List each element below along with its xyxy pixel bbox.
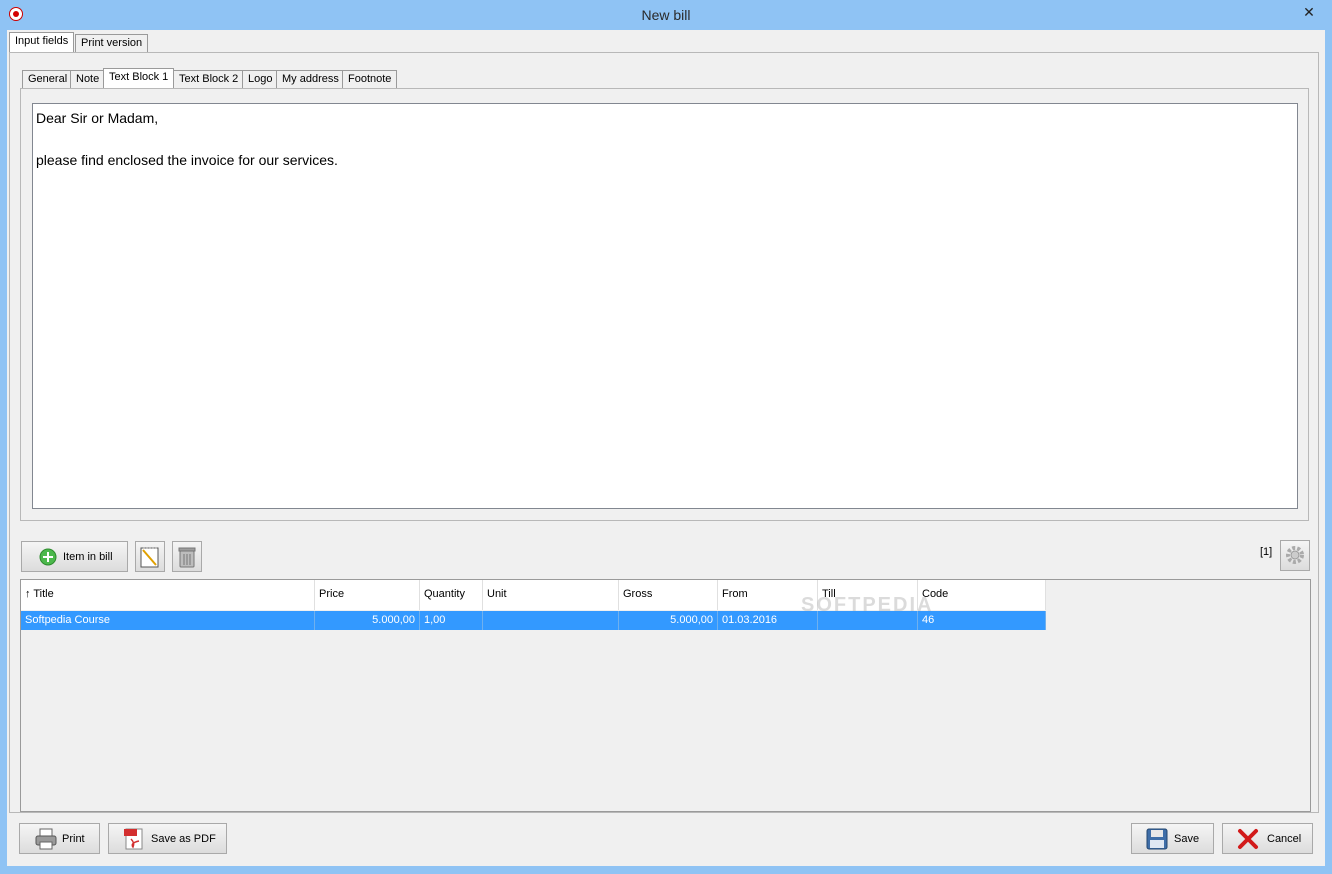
- close-icon: ✕: [1303, 4, 1315, 20]
- edit-note-icon: [140, 547, 159, 568]
- delete-item-button[interactable]: [172, 541, 202, 572]
- print-label: Print: [62, 832, 85, 845]
- save-as-pdf-label: Save as PDF: [151, 832, 216, 845]
- text-block-editor[interactable]: Dear Sir or Madam, please find enclosed …: [32, 103, 1298, 509]
- bill-items-table[interactable]: ↑ Title Price Quantity Unit Gross From T…: [20, 579, 1311, 812]
- close-window-button[interactable]: ✕: [1292, 1, 1326, 23]
- column-header-code[interactable]: Code: [918, 580, 1046, 610]
- save-as-pdf-button[interactable]: Save as PDF: [108, 823, 227, 854]
- tab-my-address[interactable]: My address: [276, 70, 345, 89]
- cell-price[interactable]: 5.000,00: [315, 611, 420, 630]
- tab-footnote[interactable]: Footnote: [342, 70, 398, 89]
- column-header-quantity[interactable]: Quantity: [420, 580, 483, 610]
- floppy-disk-icon: [1146, 828, 1168, 850]
- tab-print-version[interactable]: Print version: [75, 34, 149, 53]
- add-icon: [39, 548, 57, 566]
- cell-unit[interactable]: [483, 611, 619, 630]
- cell-gross[interactable]: 5.000,00: [619, 611, 718, 630]
- client-area: Input fields Print version General Note …: [7, 30, 1325, 866]
- pdf-icon: [124, 828, 143, 850]
- column-header-price[interactable]: Price: [315, 580, 420, 610]
- add-item-label: Item in bill: [63, 550, 113, 563]
- tab-input-fields[interactable]: Input fields: [9, 32, 75, 53]
- title-bar: New bill ✕: [0, 0, 1332, 30]
- add-item-in-bill-button[interactable]: Item in bill: [21, 541, 128, 572]
- cell-code[interactable]: 46: [918, 611, 1046, 630]
- editor-line-body: please find enclosed the invoice for our…: [36, 152, 338, 168]
- column-header-gross[interactable]: Gross: [619, 580, 718, 610]
- cell-title[interactable]: Softpedia Course: [21, 611, 315, 630]
- column-header-title[interactable]: ↑ Title: [21, 580, 315, 610]
- tab-text-block-2[interactable]: Text Block 2: [173, 70, 245, 89]
- softpedia-watermark: SOFTPEDIA: [801, 594, 934, 616]
- printer-icon: [35, 828, 57, 850]
- cancel-button[interactable]: Cancel: [1222, 823, 1313, 854]
- settings-button[interactable]: [1280, 540, 1310, 571]
- window: New bill ✕ Input fields Print version Ge…: [0, 0, 1332, 874]
- trash-icon: [178, 547, 196, 568]
- save-label: Save: [1174, 832, 1200, 845]
- tab-text-block-1[interactable]: Text Block 1: [103, 68, 175, 89]
- editor-line-salutation: Dear Sir or Madam,: [36, 110, 159, 126]
- print-button[interactable]: Print: [19, 823, 100, 854]
- item-count-label: [1]: [1260, 546, 1273, 558]
- tab-note[interactable]: Note: [70, 70, 106, 89]
- cancel-x-icon: [1238, 829, 1258, 849]
- tab-logo[interactable]: Logo: [242, 70, 279, 89]
- tab-general[interactable]: General: [22, 70, 74, 89]
- save-button[interactable]: Save: [1131, 823, 1214, 854]
- window-title: New bill: [641, 7, 691, 23]
- gear-icon: [1286, 546, 1304, 564]
- cell-quantity[interactable]: 1,00: [420, 611, 483, 630]
- cancel-label: Cancel: [1267, 832, 1302, 845]
- column-header-unit[interactable]: Unit: [483, 580, 619, 610]
- edit-item-button[interactable]: [135, 541, 165, 572]
